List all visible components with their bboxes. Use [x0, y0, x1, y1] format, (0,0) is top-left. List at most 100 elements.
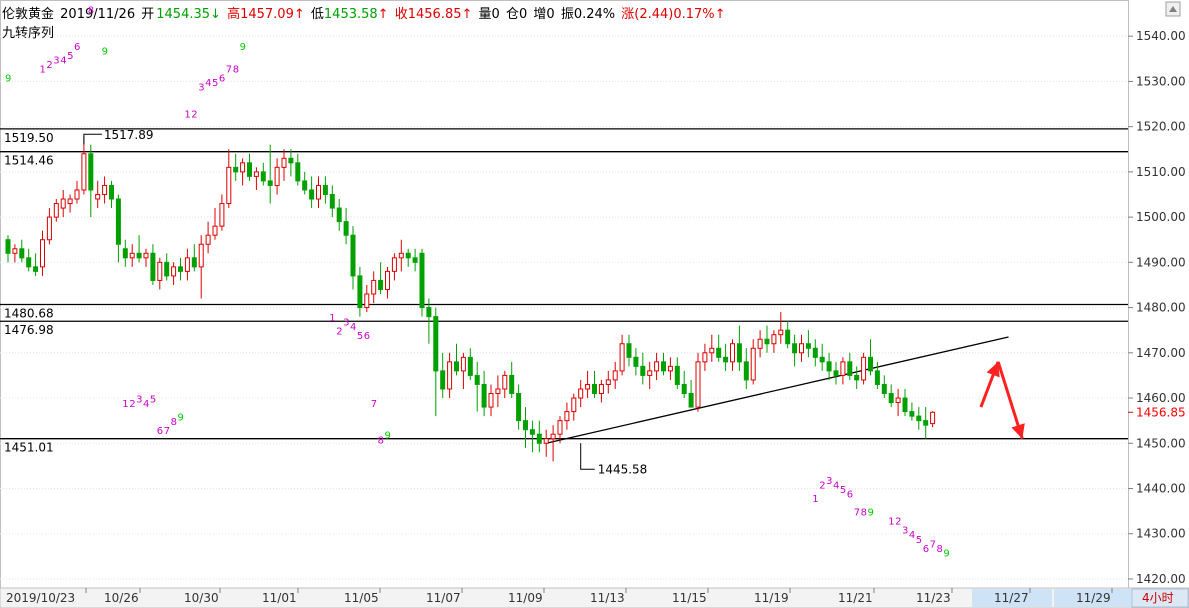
y-tick-label: 1430.00	[1136, 527, 1186, 541]
candle-body	[205, 234, 211, 245]
candle	[529, 420, 535, 453]
x-tick-label: 11/21	[838, 591, 873, 605]
candle	[26, 248, 32, 272]
candle-body	[930, 411, 936, 425]
candle	[785, 321, 791, 349]
td-sequence-number: 7	[226, 64, 232, 75]
candle-body	[46, 216, 52, 241]
candle-body	[557, 420, 563, 435]
candle	[916, 407, 922, 430]
candle-body	[329, 193, 335, 209]
candle-body	[667, 365, 673, 372]
candle-body	[157, 261, 163, 281]
candle	[909, 402, 915, 421]
candle-body	[495, 388, 501, 395]
candle	[481, 370, 487, 417]
candle-body	[240, 162, 246, 173]
candle	[53, 199, 59, 222]
candle	[654, 352, 660, 380]
candle	[260, 162, 266, 186]
candle-body	[916, 415, 922, 422]
candle	[184, 248, 190, 281]
td-sequence-number: 7	[164, 426, 170, 437]
td-sequence-number: 9	[178, 413, 184, 424]
candle-body	[723, 356, 729, 363]
candle	[778, 312, 784, 344]
candle	[474, 361, 480, 412]
td-sequence-number: 8	[937, 544, 943, 555]
candle	[730, 339, 735, 371]
candle-body	[115, 198, 121, 245]
candle-body	[322, 184, 328, 195]
candle-body	[253, 171, 259, 177]
x-tick-label: 11/05	[344, 591, 379, 605]
candle	[5, 235, 11, 263]
candlestick-chart[interactable]: 1420.00 1430.00 1440.00 1450.00 1460.00 1470.…	[0, 0, 1189, 608]
candle	[633, 348, 639, 376]
td-sequence-number: 7	[371, 399, 377, 410]
candle	[757, 330, 763, 358]
candle-body	[550, 433, 556, 440]
td-sequence-number: 1	[184, 110, 190, 121]
candle-body	[592, 383, 597, 395]
candle-body	[74, 189, 80, 200]
td-sequence-number: 6	[157, 426, 163, 437]
candle	[895, 388, 901, 417]
candle	[861, 352, 867, 385]
candle-body	[212, 225, 218, 236]
candle-body	[316, 184, 321, 200]
candle	[661, 352, 666, 376]
candle-body	[619, 343, 625, 372]
candle-body	[564, 411, 570, 422]
candle	[109, 180, 114, 209]
y-tick-label: 1460.00	[1136, 391, 1186, 405]
candle-body	[509, 374, 515, 395]
y-tick-label: 1540.00	[1136, 29, 1186, 43]
candle-body	[647, 370, 653, 376]
candle	[847, 352, 853, 380]
candle	[205, 221, 211, 254]
candle-body	[923, 420, 929, 426]
candle-body	[88, 153, 94, 191]
candle	[288, 149, 294, 177]
candle	[302, 171, 308, 195]
candle-body	[81, 153, 87, 191]
candle-body	[40, 239, 45, 268]
candle	[143, 248, 149, 267]
candle-body	[488, 393, 494, 408]
candle	[716, 334, 722, 362]
candle-body	[888, 393, 894, 404]
candle-body	[764, 338, 770, 345]
candle	[736, 325, 742, 371]
candle-body	[688, 393, 694, 408]
candle-body	[874, 370, 880, 385]
candle-body	[391, 257, 397, 272]
candle	[267, 144, 273, 204]
y-tick-label: 1500.00	[1136, 210, 1186, 224]
candle	[191, 244, 197, 272]
candle	[136, 235, 142, 263]
td-sequence-number: 9	[868, 508, 874, 519]
candle	[799, 334, 804, 362]
td-sequence-number: 4	[350, 322, 356, 333]
candle	[647, 361, 653, 389]
candle	[626, 334, 632, 367]
level-label: 1451.01	[4, 441, 54, 455]
candle-body	[778, 329, 784, 336]
candle	[336, 199, 342, 231]
candle-body	[881, 383, 887, 395]
candle	[398, 239, 404, 272]
candle-body	[95, 193, 101, 200]
candle-body	[109, 184, 114, 200]
candle-body	[861, 356, 867, 381]
candle-body	[274, 166, 280, 186]
candle	[378, 262, 384, 294]
candle-body	[343, 221, 349, 236]
candle	[88, 144, 94, 218]
candle	[640, 352, 646, 385]
candle	[743, 348, 749, 389]
candle-body	[164, 261, 170, 277]
candle-body	[757, 338, 763, 349]
td-sequence-number: 6	[219, 73, 225, 84]
candle	[81, 135, 87, 195]
